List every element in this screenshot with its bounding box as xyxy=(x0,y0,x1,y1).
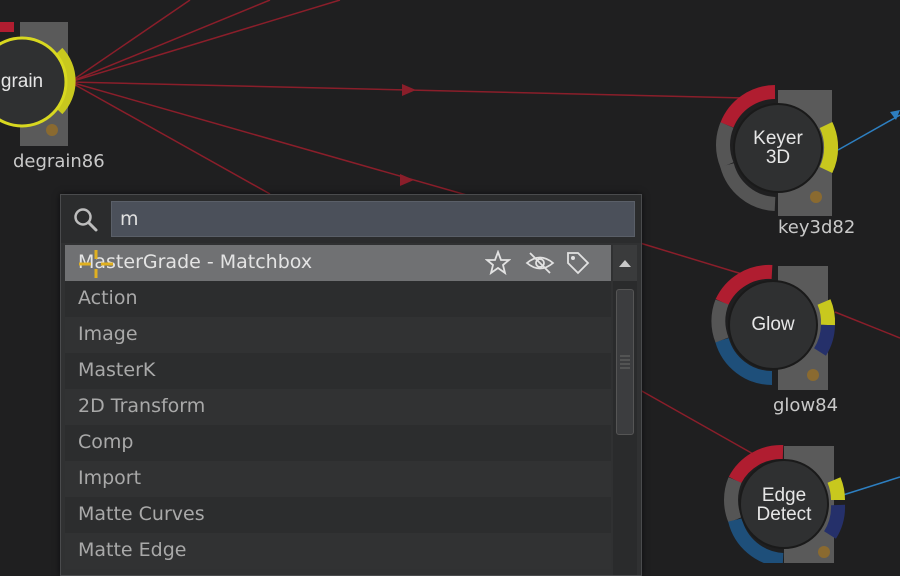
scroll-thumb[interactable] xyxy=(616,289,634,435)
result-item[interactable]: Import xyxy=(65,461,611,497)
cursor-crosshair-icon xyxy=(79,250,113,278)
result-item[interactable]: 2D Transform xyxy=(65,389,611,425)
hidden-icon[interactable] xyxy=(525,250,555,276)
result-item[interactable]: MasterK xyxy=(65,353,611,389)
search-icon xyxy=(74,208,98,232)
node-name-glow: glow84 xyxy=(773,395,839,416)
result-item[interactable]: Matte Curves xyxy=(65,497,611,533)
results-scrollbar[interactable] xyxy=(613,245,637,575)
search-input[interactable] xyxy=(111,201,635,237)
result-item-selected[interactable]: MasterGrade - Matchbox xyxy=(65,245,611,281)
results-list: MasterGrade - Matchbox Action Image Mast… xyxy=(65,245,611,575)
result-item[interactable]: Comp xyxy=(65,425,611,461)
result-item[interactable]: Action xyxy=(65,281,611,317)
tag-icon[interactable] xyxy=(565,250,591,276)
node-title-keyer: Keyer 3D xyxy=(753,128,803,168)
scroll-up-icon xyxy=(619,260,631,267)
node-title-degrain: grain xyxy=(0,71,44,92)
search-bar xyxy=(61,195,641,243)
node-title-glow: Glow xyxy=(751,314,795,335)
result-item[interactable]: Matte Edge xyxy=(65,533,611,569)
star-icon[interactable] xyxy=(485,250,511,276)
scroll-up-button[interactable] xyxy=(613,245,637,281)
node-title-edge-detect: Edge Detect xyxy=(756,485,812,525)
node-name-keyer: key3d82 xyxy=(778,217,856,238)
node-search-popup: MasterGrade - Matchbox Action Image M xyxy=(60,194,642,576)
result-item[interactable]: Image xyxy=(65,317,611,353)
grip-icon xyxy=(620,355,630,369)
node-name-degrain: degrain86 xyxy=(13,151,105,172)
